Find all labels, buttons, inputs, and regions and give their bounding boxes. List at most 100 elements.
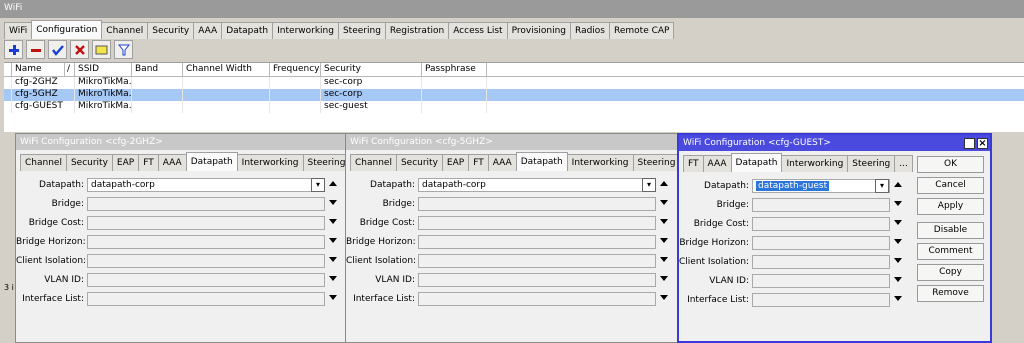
tab-interworking[interactable]: Interworking	[272, 22, 339, 39]
bridge-horizon-field[interactable]	[752, 236, 890, 250]
bridge-field[interactable]	[418, 197, 656, 211]
tab-wifi[interactable]: WiFi	[4, 22, 33, 39]
tab-aaa[interactable]: AAA	[487, 154, 517, 171]
col-security[interactable]: Security	[321, 63, 422, 76]
datapath-field[interactable]: datapath-guest	[752, 179, 890, 193]
datapath-field[interactable]: datapath-corp	[418, 178, 656, 192]
dialog-title[interactable]: WiFi Configuration <cfg-2GHZ>	[16, 134, 346, 150]
tab-interworking[interactable]: Interworking	[781, 155, 849, 172]
expand-icon[interactable]	[894, 239, 902, 244]
table-row[interactable]: cfg-5GHZ MikroTikMa... sec-corp	[4, 89, 1024, 101]
tab-datapath[interactable]: Datapath	[221, 22, 274, 39]
bridge-horizon-field[interactable]	[87, 235, 325, 249]
dialog-title[interactable]: WiFi Configuration <cfg-5GHZ>	[346, 134, 677, 150]
tab-security[interactable]: Security	[395, 154, 443, 171]
tab-more[interactable]: ...	[894, 155, 913, 172]
tab-eap[interactable]: EAP	[441, 154, 470, 171]
ok-button[interactable]: OK	[917, 156, 984, 173]
col-sort[interactable]: /	[65, 63, 75, 76]
copy-button[interactable]: Copy	[917, 264, 984, 281]
tab-eap[interactable]: EAP	[111, 154, 140, 171]
dropdown-button[interactable]: ▾	[642, 178, 656, 192]
tab-datapath[interactable]: Datapath	[515, 152, 568, 171]
col-name[interactable]: Name	[12, 63, 65, 76]
remove-button[interactable]	[26, 40, 45, 59]
comment-button[interactable]	[92, 40, 111, 59]
tab-channel[interactable]: Channel	[350, 154, 397, 171]
expand-icon[interactable]	[894, 277, 902, 282]
tab-steering[interactable]: Steering	[302, 154, 351, 171]
col-passphrase[interactable]: Passphrase	[422, 63, 487, 76]
tab-provisioning[interactable]: Provisioning	[506, 22, 572, 39]
tab-steering[interactable]: Steering	[632, 154, 681, 171]
add-button[interactable]	[4, 40, 23, 59]
tab-aaa[interactable]: AAA	[193, 22, 223, 39]
expand-icon[interactable]	[660, 257, 668, 262]
client-isolation-field[interactable]	[418, 254, 656, 268]
tab-aaa[interactable]: AAA	[702, 155, 732, 172]
apply-button[interactable]: Apply	[917, 198, 984, 215]
expand-icon[interactable]	[894, 296, 902, 301]
client-isolation-field[interactable]	[752, 255, 890, 269]
tab-interworking[interactable]: Interworking	[566, 154, 634, 171]
tab-steering[interactable]: Steering	[847, 155, 896, 172]
tab-ft[interactable]: FT	[138, 154, 159, 171]
expand-icon[interactable]	[329, 295, 337, 300]
tab-datapath[interactable]: Datapath	[730, 153, 783, 172]
collapse-icon[interactable]	[329, 181, 337, 186]
bridge-cost-field[interactable]	[418, 216, 656, 230]
disable-button[interactable]	[70, 40, 89, 59]
restore-icon[interactable]	[964, 138, 975, 149]
disable-button[interactable]: Disable	[917, 222, 984, 239]
tab-ft[interactable]: FT	[468, 154, 489, 171]
dropdown-button[interactable]: ▾	[875, 179, 889, 193]
tab-security[interactable]: Security	[65, 154, 113, 171]
expand-icon[interactable]	[660, 200, 668, 205]
expand-icon[interactable]	[329, 238, 337, 243]
interface-list-field[interactable]	[752, 293, 890, 307]
expand-icon[interactable]	[894, 220, 902, 225]
datapath-field[interactable]: datapath-corp	[87, 178, 325, 192]
col-band[interactable]: Band	[132, 63, 183, 76]
tab-steering[interactable]: Steering	[337, 22, 386, 39]
expand-icon[interactable]	[329, 219, 337, 224]
col-channel-width[interactable]: Channel Width	[183, 63, 270, 76]
expand-icon[interactable]	[329, 276, 337, 281]
collapse-icon[interactable]	[660, 181, 668, 186]
tab-interworking[interactable]: Interworking	[236, 154, 304, 171]
vlan-id-field[interactable]	[418, 273, 656, 287]
bridge-field[interactable]	[752, 198, 890, 212]
col-frequency[interactable]: Frequency	[270, 63, 321, 76]
interface-list-field[interactable]	[87, 292, 325, 306]
expand-icon[interactable]	[660, 219, 668, 224]
tab-radios[interactable]: Radios	[570, 22, 610, 39]
tab-access-list[interactable]: Access List	[448, 22, 508, 39]
expand-icon[interactable]	[660, 238, 668, 243]
col-ssid[interactable]: SSID	[75, 63, 132, 76]
tab-channel[interactable]: Channel	[101, 22, 149, 39]
close-icon[interactable]: ×	[977, 138, 988, 149]
expand-icon[interactable]	[329, 257, 337, 262]
bridge-cost-field[interactable]	[752, 217, 890, 231]
interface-list-field[interactable]	[418, 292, 656, 306]
dialog-title[interactable]: WiFi Configuration <cfg-GUEST>	[679, 135, 990, 151]
tab-remote-cap[interactable]: Remote CAP	[609, 22, 675, 39]
bridge-field[interactable]	[87, 197, 325, 211]
tab-ft[interactable]: FT	[683, 155, 704, 172]
collapse-icon[interactable]	[894, 182, 902, 187]
tab-datapath[interactable]: Datapath	[185, 152, 238, 171]
expand-icon[interactable]	[894, 201, 902, 206]
enable-button[interactable]	[48, 40, 67, 59]
vlan-id-field[interactable]	[752, 274, 890, 288]
vlan-id-field[interactable]	[87, 273, 325, 287]
expand-icon[interactable]	[660, 295, 668, 300]
remove-button[interactable]: Remove	[917, 285, 984, 302]
tab-aaa[interactable]: AAA	[157, 154, 187, 171]
client-isolation-field[interactable]	[87, 254, 325, 268]
tab-configuration[interactable]: Configuration	[31, 20, 103, 39]
table-row[interactable]: cfg-2GHZ MikroTikMa... sec-corp	[4, 77, 1024, 89]
expand-icon[interactable]	[329, 200, 337, 205]
tab-channel[interactable]: Channel	[20, 154, 67, 171]
cancel-button[interactable]: Cancel	[917, 177, 984, 194]
tab-registration[interactable]: Registration	[384, 22, 450, 39]
